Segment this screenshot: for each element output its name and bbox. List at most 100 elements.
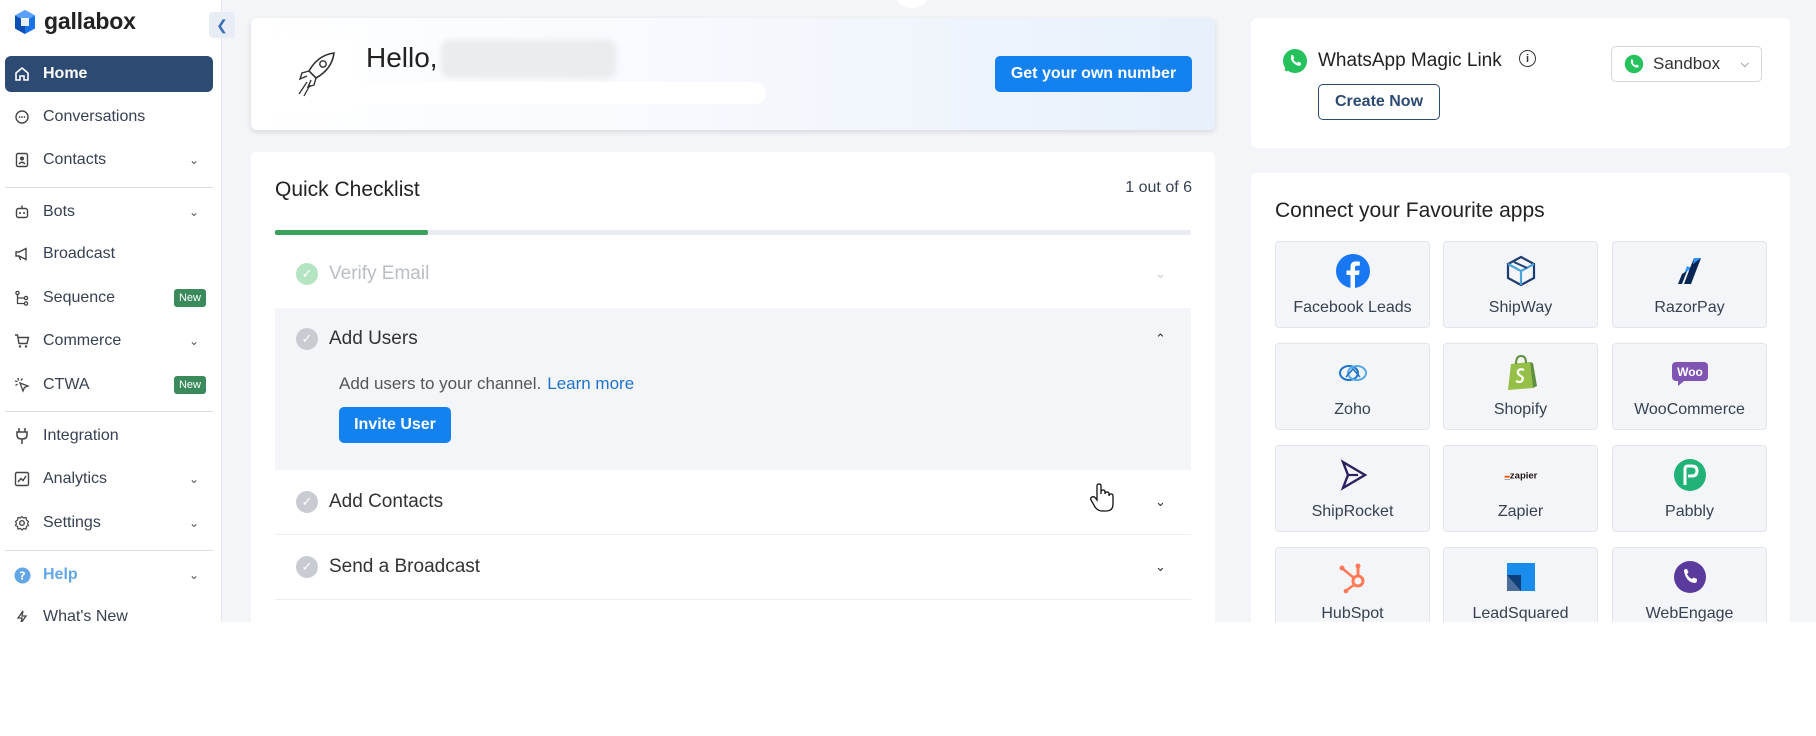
sidebar-item-label: Analytics [43,470,108,487]
help-icon: ? [13,566,31,584]
app-label: RazorPay [1654,299,1725,316]
chevron-down-icon: ⌄ [188,205,200,219]
apps-title: Connect your Favourite apps [1275,199,1545,222]
sidebar-item-label: CTWA [43,376,90,393]
top-notch [897,0,927,8]
chevron-down-icon: ⌄ [188,334,200,348]
app-tile-webengage[interactable]: WebEngage [1612,547,1767,622]
info-icon[interactable]: i [1519,50,1536,67]
sidebar-item-ctwa[interactable]: CTWA New [5,367,213,403]
home-icon [13,65,31,83]
sidebar-item-contacts[interactable]: Contacts ⌄ [5,142,213,178]
progress-fill [275,230,428,235]
webengage-icon [1671,558,1709,596]
app-window: gallabox ❮ Home Conversations Contacts ⌄ [0,0,1816,622]
app-tile-hubspot[interactable]: HubSpot [1275,547,1430,622]
checklist-count: 1 out of 6 [1125,179,1192,196]
click-icon [13,376,31,394]
sidebar-item-conversations[interactable]: Conversations [5,99,213,135]
sidebar-item-label: Broadcast [43,245,116,262]
chevron-down-icon: ⌄ [1155,266,1166,281]
sidebar-item-label: Contacts [43,151,107,168]
app-label: Zoho [1334,401,1371,418]
row-divider [275,599,1191,600]
hello-banner: Hello, Get your own number [251,18,1215,130]
woocommerce-logo-text: Woo [1677,365,1703,379]
analytics-icon [13,470,31,488]
check-icon: ✓ [296,491,318,513]
sidebar-divider [5,187,213,188]
sidebar-item-whats-new[interactable]: What's New [5,599,213,622]
chevron-down-icon: ⌄ [188,516,200,530]
whatsapp-magic-link-card: WhatsApp Magic Link i Create Now Sandbox… [1251,18,1790,148]
invite-user-button[interactable]: Invite User [339,407,451,443]
get-own-number-button[interactable]: Get your own number [995,56,1192,92]
collapse-sidebar-button[interactable]: ❮ [209,12,235,38]
contacts-icon [13,151,31,169]
checklist-item-label: Add Contacts [329,491,444,512]
sidebar-item-label: Sequence [43,289,116,306]
app-tile-shiprocket[interactable]: ShipRocket [1275,445,1430,532]
leadsquared-icon [1502,558,1540,596]
gallabox-logo-icon [15,9,35,34]
new-badge: New [173,376,206,394]
sidebar-item-commerce[interactable]: Commerce ⌄ [5,323,213,359]
sidebar-item-label: Commerce [43,332,122,349]
facebook-icon [1334,252,1372,290]
sidebar-item-integration[interactable]: Integration [5,418,213,454]
app-tile-shopify[interactable]: Shopify [1443,343,1598,430]
hand-cursor-icon [1090,483,1114,512]
sidebar-item-bots[interactable]: Bots ⌄ [5,194,213,230]
magic-link-title: WhatsApp Magic Link [1318,50,1502,71]
sidebar-item-label: Integration [43,427,119,444]
app-tile-pabbly[interactable]: Pabbly [1612,445,1767,532]
check-icon: ✓ [296,263,318,285]
greeting: Hello, [366,42,438,73]
sidebar-item-label: Home [43,65,88,82]
sidebar-item-label: Conversations [43,108,146,125]
plug-icon [13,427,31,445]
app-tile-facebook-leads[interactable]: Facebook Leads [1275,241,1430,328]
sidebar-item-broadcast[interactable]: Broadcast [5,236,213,272]
checklist-item-label: Verify Email [329,263,430,284]
quick-checklist: Quick Checklist 1 out of 6 ✓ Verify Emai… [251,152,1215,622]
app-tile-razorpay[interactable]: RazorPay [1612,241,1767,328]
app-label: ShipWay [1488,299,1553,316]
logo[interactable]: gallabox [14,8,136,35]
app-label: Pabbly [1665,503,1714,520]
chat-icon [13,108,31,126]
sidebar-item-home[interactable]: Home [5,56,213,92]
sidebar-item-help[interactable]: ? Help ⌄ [5,557,213,593]
chevron-left-icon: ❮ [216,16,228,33]
redacted-username [441,40,616,78]
sidebar-item-settings[interactable]: Settings ⌄ [5,505,213,541]
app-tile-zapier[interactable]: _zapier Zapier [1443,445,1598,532]
bolt-icon [13,608,31,622]
check-icon: ✓ [296,556,318,578]
app-tile-zoho[interactable]: Zoho [1275,343,1430,430]
sidebar-item-analytics[interactable]: Analytics ⌄ [5,461,213,497]
redacted-subtitle [346,82,766,104]
create-now-button[interactable]: Create Now [1318,84,1440,120]
sidebar: gallabox ❮ Home Conversations Contacts ⌄ [0,0,235,622]
zoho-icon [1334,354,1372,392]
sidebar-item-sequence[interactable]: Sequence New [5,280,213,316]
chevron-up-icon: ⌃ [1155,331,1166,346]
app-tile-woocommerce[interactable]: Woo WooCommerce [1612,343,1767,430]
pabbly-icon [1671,456,1709,494]
app-tile-shipway[interactable]: ShipWay [1443,241,1598,328]
svg-text:?: ? [19,569,25,582]
connect-apps-card: Connect your Favourite apps Facebook Lea… [1251,173,1790,622]
chevron-down-icon: ⌄ [1155,559,1166,574]
add-users-description: Add users to your channel. Learn more [339,374,634,394]
learn-more-link[interactable]: Learn more [547,374,634,393]
checklist-item-label: Send a Broadcast [329,556,481,577]
app-tile-leadsquared[interactable]: LeadSquared [1443,547,1598,622]
bot-icon [13,203,31,221]
shopify-icon [1502,354,1540,392]
sandbox-label: Sandbox [1653,54,1721,73]
rocket-icon [277,34,357,114]
shiprocket-icon [1334,456,1372,494]
sandbox-select[interactable]: Sandbox ⌵ [1611,46,1762,82]
description-text: Add users to your channel. [339,374,542,393]
